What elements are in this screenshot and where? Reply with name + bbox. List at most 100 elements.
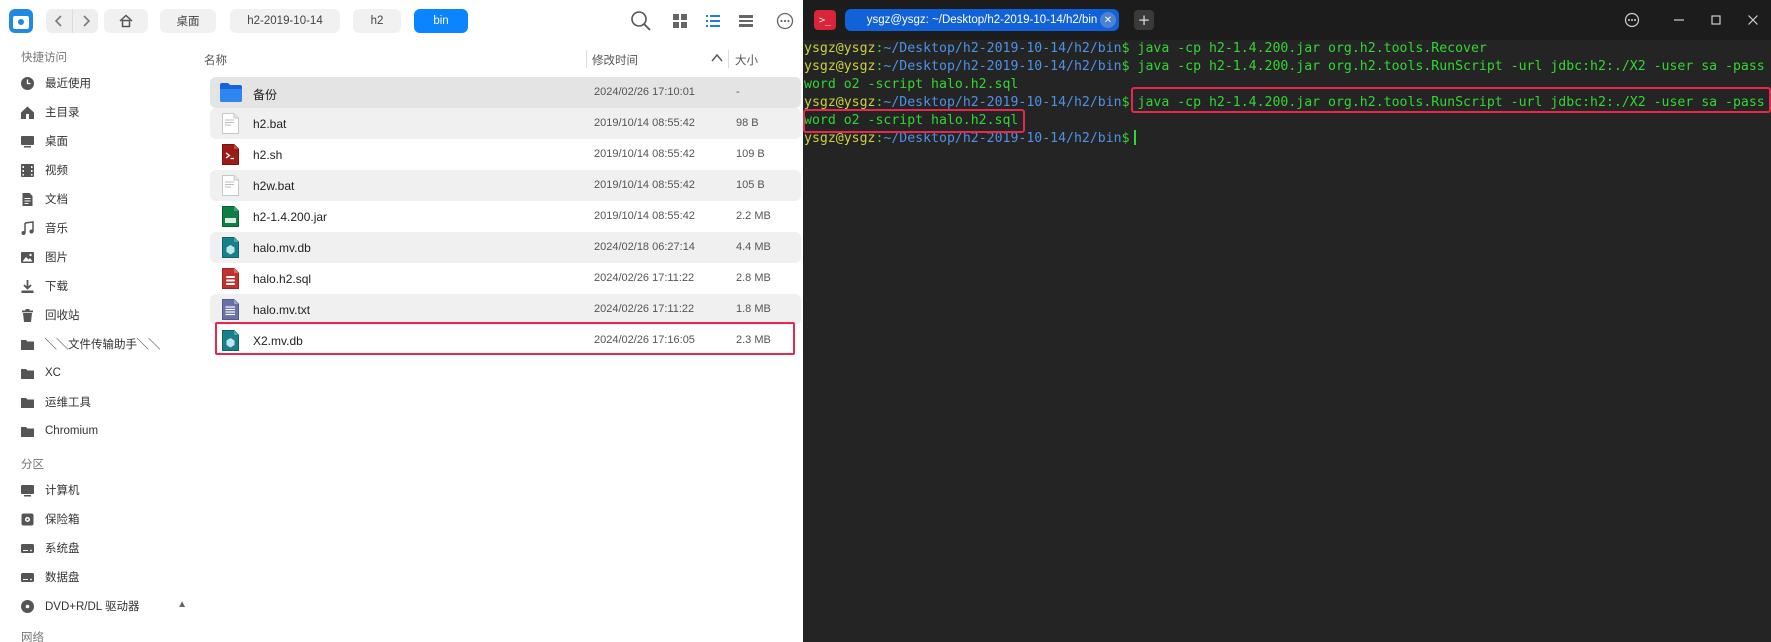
menu-circle-icon [1624,12,1640,28]
sidebar-item-label: 保险箱 [45,514,80,526]
file-name: h2w.bat [253,179,295,193]
sidebar-item-file-transfer[interactable]: ╲╲文件传输助手╲╲ [20,331,195,357]
file-size: 2.2 MB [736,210,771,222]
file-row-halo-mv-txt[interactable]: halo.mv.txt 2024/02/26 17:11:22 1.8 MB [210,294,801,325]
sidebar-item-label: Chromium [45,425,99,437]
folder-icon [21,339,34,350]
sql-file-icon [222,268,239,289]
file-row-h2-jar[interactable]: h2-1.4.200.jar 2019/10/14 08:55:42 2.2 M… [210,201,801,232]
folder-icon [220,83,242,102]
file-size: - [736,86,740,98]
sidebar-item-label: 下载 [45,281,68,293]
prompt-path: ~/Desktop/h2-2019-10-14/h2/bin [883,131,1122,146]
sidebar-item-pictures[interactable]: 图片 [20,244,195,270]
document-icon [22,192,33,206]
file-list-header: 名称 修改时间 大小 [202,42,803,76]
sidebar-item-vault[interactable]: 保险箱 [20,506,195,532]
sidebar-item-computer[interactable]: 计算机 [20,477,195,503]
prompt-user: ysgz@ysgz [804,59,876,74]
more-options-icon[interactable] [775,11,795,31]
folder-icon [21,368,34,379]
file-size: 4.4 MB [736,241,771,253]
file-manager-window: 桌面 h2-2019-10-14 h2 bin 快捷访问 最近使用 主目录 桌面 [0,0,803,642]
minimize-icon[interactable] [1669,10,1689,30]
breadcrumb-desktop[interactable]: 桌面 [160,9,216,33]
menu-icon[interactable] [1622,10,1642,30]
file-size: 109 B [736,148,765,160]
file-row-h2w-bat[interactable]: h2w.bat 2019/10/14 08:55:42 105 B [210,170,801,201]
sidebar-item-data-disk[interactable]: 数据盘 [20,564,195,590]
terminal-output[interactable]: ysgz@ysgz:~/Desktop/h2-2019-10-14/h2/bin… [803,40,1771,642]
file-modified: 2019/10/14 08:55:42 [594,210,695,222]
prompt-symbol: $ [1121,131,1130,146]
breadcrumb-h2-2019-10-14[interactable]: h2-2019-10-14 [230,9,340,33]
sidebar-item-system-disk[interactable]: 系统盘 [20,535,195,561]
file-modified: 2024/02/26 17:11:22 [594,303,695,315]
list-view-icon[interactable] [703,11,723,31]
terminal-tab-title: ysgz@ysgz: ~/Desktop/h2-2019-10-14/h2/bi… [866,14,1098,26]
file-row-h2-sh[interactable]: h2.sh 2019/10/14 08:55:42 109 B [210,139,801,170]
column-divider[interactable] [728,50,729,68]
sidebar-item-dvd-drive[interactable]: DVD+R/DL 驱动器 ▲ [20,593,195,619]
icon-view-icon[interactable] [670,11,690,31]
breadcrumb-home[interactable] [104,9,148,33]
maximize-icon[interactable] [1706,10,1726,30]
column-header-modified[interactable]: 修改时间 [592,52,638,68]
sidebar-item-chromium[interactable]: Chromium [20,418,195,444]
computer-icon [21,484,34,496]
file-name: 备份 [253,88,278,102]
sidebar-item-ops-tools[interactable]: 运维工具 [20,389,195,415]
prompt-user: ysgz@ysgz [804,41,876,56]
file-manager-toolbar: 桌面 h2-2019-10-14 h2 bin [0,0,803,42]
sidebar-item-downloads[interactable]: 下载 [20,273,195,299]
sidebar-item-videos[interactable]: 视频 [20,157,195,183]
file-row-halo-mv-db[interactable]: halo.mv.db 2024/02/18 06:27:14 4.4 MB [210,232,801,263]
column-header-size[interactable]: 大小 [735,52,758,68]
home-icon [21,106,34,119]
terminal-cursor [1133,130,1136,145]
prompt-symbol: $ [1121,95,1130,110]
dvd-drive-icon [21,599,34,613]
terminal-tab[interactable]: ysgz@ysgz: ~/Desktop/h2-2019-10-14/h2/bi… [845,9,1119,31]
prompt-symbol: $ [1121,41,1130,56]
sidebar-item-label: ╲╲文件传输助手╲╲ [45,339,160,351]
back-button[interactable] [46,9,72,33]
file-name: h2.sh [253,148,283,162]
highlight-box-x2-file [215,322,795,355]
sidebar-item-trash[interactable]: 回收站 [20,302,195,328]
sidebar-item-xc[interactable]: XC [20,360,195,386]
close-window-icon[interactable] [1743,10,1763,30]
sidebar-item-documents[interactable]: 文档 [20,186,195,212]
sidebar-item-desktop[interactable]: 桌面 [20,128,195,154]
breadcrumb-h2[interactable]: h2 [353,9,401,33]
close-tab-icon[interactable]: ✕ [1100,12,1116,28]
add-tab-button[interactable]: + [1134,10,1154,30]
prompt-path: ~/Desktop/h2-2019-10-14/h2/bin [883,41,1122,56]
command-text: java -cp h2-1.4.200.jar org.h2.tools.Rec… [1129,41,1487,56]
column-divider[interactable] [586,50,587,68]
network-title: 网络 [21,630,44,642]
highlight-box-runscript-continuation [803,109,1025,133]
disk-icon [21,572,34,582]
search-icon[interactable] [630,10,652,32]
sidebar-item-recent[interactable]: 最近使用 [20,70,195,96]
navigation-buttons [46,9,98,33]
sidebar-item-music[interactable]: 音乐 [20,215,195,241]
shell-script-icon [222,144,239,165]
sidebar-item-label: 运维工具 [45,397,91,409]
eject-icon[interactable]: ▲ [177,599,187,610]
breadcrumb-bin[interactable]: bin [414,9,468,33]
terminal-window: >_ ysgz@ysgz: ~/Desktop/h2-2019-10-14/h2… [803,0,1771,642]
file-row-h2-bat[interactable]: h2.bat 2019/10/14 08:55:42 98 B [210,108,801,139]
file-row-halo-h2-sql[interactable]: halo.h2.sql 2024/02/26 17:11:22 2.8 MB [210,263,801,294]
column-header-name[interactable]: 名称 [204,52,227,68]
partition-title: 分区 [21,457,44,471]
close-x-icon [1748,15,1758,25]
file-row-backup-folder[interactable]: 备份 2024/02/26 17:10:01 - [210,77,801,108]
sidebar-item-home[interactable]: 主目录 [20,99,195,125]
minimize-line-icon [1674,19,1684,21]
sidebar-item-label: 系统盘 [45,543,80,555]
forward-button[interactable] [72,9,98,33]
details-view-icon[interactable] [736,11,756,31]
sort-ascending-icon[interactable] [711,53,723,63]
